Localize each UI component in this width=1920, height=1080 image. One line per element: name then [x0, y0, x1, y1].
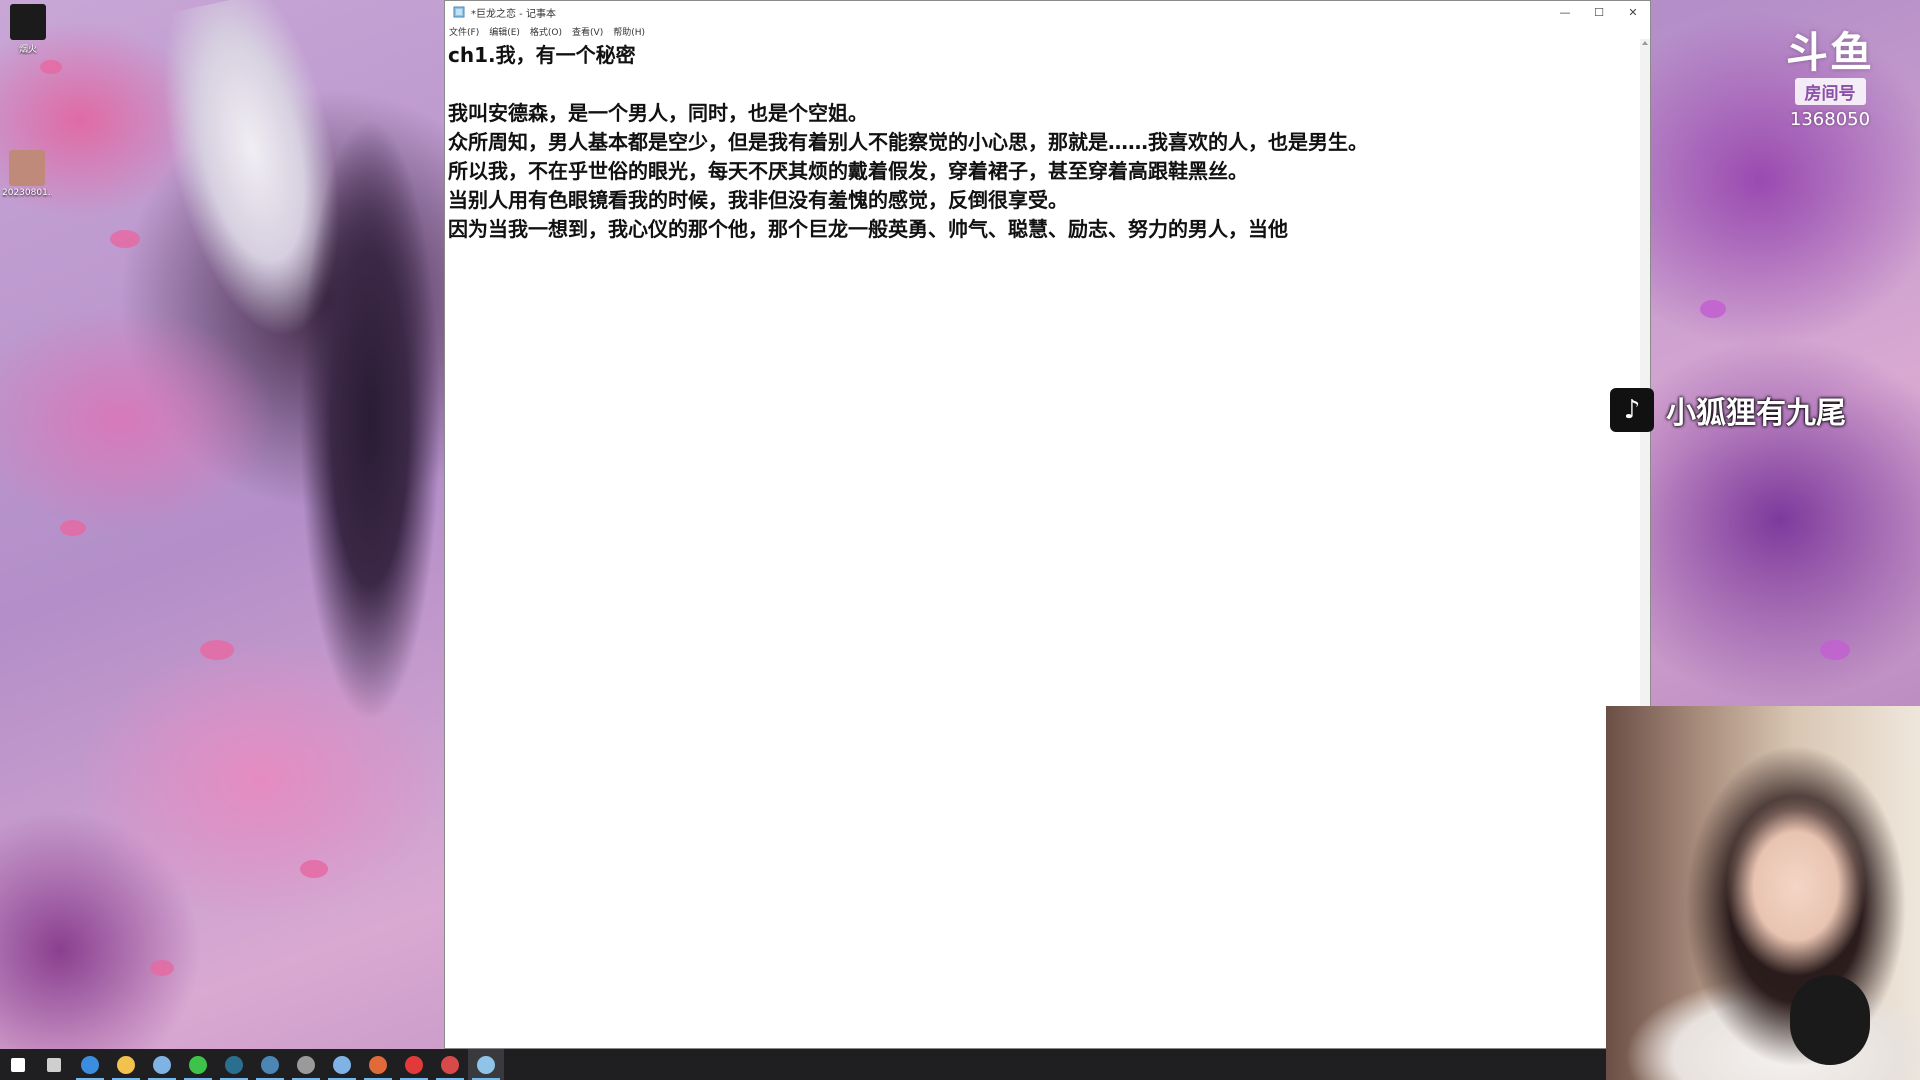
room-label: 房间号	[1794, 78, 1866, 105]
title-bar[interactable]: *巨龙之恋 - 记事本 — ☐ ✕	[445, 1, 1650, 23]
netease-music-taskbar-button[interactable]	[396, 1049, 432, 1080]
petal	[1700, 300, 1726, 318]
close-button[interactable]: ✕	[1616, 1, 1650, 23]
desktop-icon-photo[interactable]: 20230801...	[2, 150, 52, 198]
app-blue-circle-icon	[81, 1055, 99, 1074]
menu-file[interactable]: 文件(F)	[449, 25, 479, 38]
monitor-app-taskbar-button[interactable]	[216, 1049, 252, 1080]
text-line	[448, 70, 1638, 99]
menu-help[interactable]: 帮助(H)	[613, 25, 645, 38]
notepad-icon	[477, 1055, 495, 1074]
game-app-taskbar-button[interactable]	[360, 1049, 396, 1080]
red-app-taskbar-button[interactable]	[432, 1049, 468, 1080]
obs-icon	[297, 1055, 315, 1074]
tiktok-icon: ♪	[1610, 388, 1654, 432]
menu-format[interactable]: 格式(O)	[530, 25, 562, 38]
room-number: 1368050	[1789, 109, 1871, 130]
taskbar	[0, 1049, 1606, 1080]
text-line: 所以我，不在乎世俗的眼光，每天不厌其烦的戴着假发，穿着裙子，甚至穿着高跟鞋黑丝。	[448, 159, 1248, 183]
text-line: 我叫安德森，是一个男人，同时，也是个空姐。	[448, 101, 868, 125]
text-line: 因为当我一想到，我心仪的那个他，那个巨龙一般英勇、帅气、聪慧、励志、努力的男人，…	[448, 217, 1288, 241]
notepad-icon	[453, 6, 465, 18]
douyu-overlay: 斗鱼 房间号 1368050	[1780, 28, 1880, 131]
start-icon	[11, 1057, 25, 1072]
browser-2-icon	[333, 1055, 351, 1074]
petal	[300, 860, 328, 878]
red-app-icon	[441, 1055, 459, 1074]
menu-edit[interactable]: 编辑(E)	[489, 25, 520, 38]
start-taskbar-button[interactable]	[0, 1049, 36, 1080]
text-line: 众所周知，男人基本都是空少，但是我有着别人不能察觉的小心思，那就是……我喜欢的人…	[448, 130, 1368, 154]
window-title: *巨龙之恋 - 记事本	[471, 8, 556, 20]
text-editor[interactable]: ch1.我，有一个秘密 我叫安德森，是一个男人，同时，也是个空姐。 众所周知，男…	[446, 39, 1640, 1048]
task-view-taskbar-button[interactable]	[36, 1049, 72, 1080]
notepad-taskbar-button[interactable]	[468, 1049, 504, 1080]
douyu-logo: 斗鱼	[1785, 28, 1874, 77]
file-explorer-icon	[117, 1055, 135, 1074]
task-view-icon	[47, 1057, 61, 1072]
file-explorer-taskbar-button[interactable]	[108, 1049, 144, 1080]
wallpaper-figure	[300, 120, 440, 720]
netease-music-icon	[405, 1055, 423, 1074]
petal	[110, 230, 140, 248]
petal	[1820, 640, 1850, 660]
menu-view[interactable]: 查看(V)	[572, 25, 603, 38]
browser-icon	[153, 1055, 171, 1074]
text-line: ch1.我，有一个秘密	[448, 43, 636, 67]
microphone	[1790, 975, 1870, 1065]
browser-2-taskbar-button[interactable]	[324, 1049, 360, 1080]
browser-taskbar-button[interactable]	[144, 1049, 180, 1080]
menu-bar: 文件(F) 编辑(E) 格式(O) 查看(V) 帮助(H)	[445, 23, 1650, 39]
monitor-app-icon	[225, 1055, 243, 1074]
steam-icon	[261, 1055, 279, 1074]
maximize-button[interactable]: ☐	[1582, 1, 1616, 23]
webcam-feed	[1606, 706, 1920, 1080]
notepad-window: *巨龙之恋 - 记事本 — ☐ ✕ 文件(F) 编辑(E) 格式(O) 查看(V…	[444, 0, 1651, 1049]
wechat-icon	[189, 1055, 207, 1074]
photo-file-icon	[9, 150, 45, 186]
app-blue-circle-taskbar-button[interactable]	[72, 1049, 108, 1080]
game-app-icon	[369, 1055, 387, 1074]
minimize-button[interactable]: —	[1548, 1, 1582, 23]
petal	[200, 640, 234, 660]
tiktok-username: 小狐狸有九尾	[1666, 396, 1846, 431]
app-shortcut-icon	[10, 4, 46, 40]
wechat-taskbar-button[interactable]	[180, 1049, 216, 1080]
petal	[150, 960, 174, 976]
petal	[40, 60, 62, 74]
tiktok-overlay: ♪ 小狐狸有九尾	[1610, 388, 1846, 432]
text-line: 当别人用有色眼镜看我的时候，我非但没有羞愧的感觉，反倒很享受。	[448, 188, 1068, 212]
desktop-icon-yanhuo[interactable]: 烟火	[3, 4, 53, 55]
obs-taskbar-button[interactable]	[288, 1049, 324, 1080]
steam-taskbar-button[interactable]	[252, 1049, 288, 1080]
petal	[60, 520, 86, 536]
